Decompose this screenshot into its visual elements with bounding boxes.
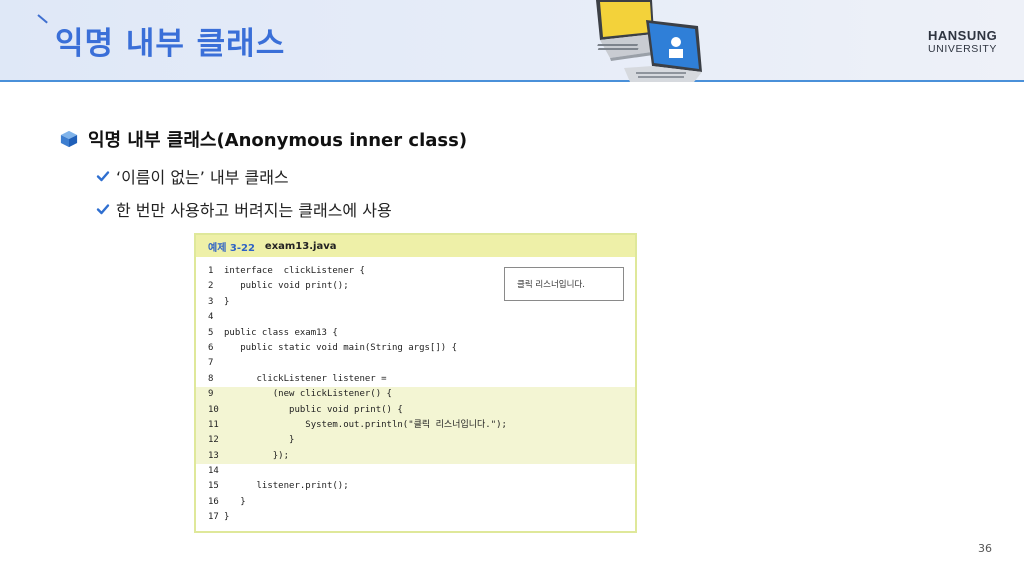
- page-number: 36: [978, 542, 992, 555]
- code-example-box: 예제 3-22 exam13.java 1 interface clickList…: [194, 233, 637, 533]
- line-number: 15: [208, 481, 219, 492]
- code-line: 10 public void print() {: [196, 402, 635, 418]
- line-code: }: [224, 435, 295, 446]
- slide-header: 익명 내부 클래스 HANSUNG UNIVERSITY: [0, 0, 1024, 82]
- code-line: 9 (new clickListener() {: [196, 387, 635, 403]
- code-line: 16 }: [196, 495, 635, 510]
- line-number: 14: [208, 466, 219, 477]
- example-label: 예제 3-22: [208, 242, 255, 254]
- line-code: (new clickListener() {: [224, 389, 392, 400]
- line-number: 10: [208, 404, 219, 415]
- code-line: 6 public static void main(String args[])…: [196, 341, 635, 356]
- line-number: 9: [208, 389, 214, 400]
- main-bullet: 익명 내부 클래스(Anonymous inner class): [60, 126, 467, 152]
- logo-line-2: UNIVERSITY: [928, 43, 998, 55]
- line-code: public void print();: [224, 281, 349, 292]
- line-number: 7: [208, 358, 214, 369]
- title-decoration: [37, 14, 48, 24]
- line-number: 17: [208, 512, 219, 523]
- code-line: 4: [196, 310, 635, 325]
- code-line: 11 System.out.println("클릭 리스너입니다.");: [196, 417, 635, 434]
- line-number: 3: [208, 296, 214, 307]
- line-code: }: [224, 496, 246, 507]
- line-code: clickListener listener =: [224, 373, 387, 384]
- line-number: 1: [208, 266, 214, 276]
- line-number: 4: [208, 312, 214, 323]
- slide-title: 익명 내부 클래스: [55, 26, 286, 62]
- code-line: 5 public class exam13 {: [196, 326, 635, 341]
- sub-bullet-text: 한 번만 사용하고 버려지는 클래스에 사용: [116, 201, 392, 220]
- line-code: listener.print();: [224, 481, 349, 492]
- code-line: 7: [196, 356, 635, 371]
- logo-line-1: HANSUNG: [928, 28, 998, 43]
- line-code: interface clickListener {: [224, 266, 365, 276]
- line-code: });: [224, 450, 290, 461]
- line-code: System.out.println("클릭 리스너입니다.");: [224, 419, 507, 430]
- university-logo: HANSUNG UNIVERSITY: [928, 28, 997, 55]
- code-line: 13 });: [196, 448, 635, 465]
- code-line: 14: [196, 464, 635, 479]
- code-line: 12 }: [196, 433, 635, 449]
- line-number: 13: [208, 450, 219, 461]
- cube-icon: [60, 130, 78, 148]
- line-code: }: [224, 512, 230, 523]
- code-line: 15 listener.print();: [196, 479, 635, 494]
- sub-bullet-text: ‘이름이 없는’ 내부 클래스: [116, 168, 289, 187]
- line-number: 16: [208, 496, 219, 507]
- code-line: 8 clickListener listener =: [196, 372, 635, 387]
- line-number: 8: [208, 373, 214, 384]
- laptops-illustration: [596, 0, 702, 82]
- output-box: 클릭 리스너입니다.: [504, 267, 624, 301]
- line-code: public class exam13 {: [224, 327, 338, 338]
- checkmark-icon: [96, 204, 110, 215]
- line-number: 11: [208, 419, 219, 430]
- sub-bullet: 한 번만 사용하고 버려지는 클래스에 사용: [96, 197, 392, 221]
- checkmark-icon: [96, 171, 110, 182]
- code-example-header: 예제 3-22 exam13.java: [196, 235, 635, 257]
- line-code: public void print() {: [224, 404, 403, 415]
- code-line: 17}: [196, 510, 635, 525]
- line-number: 6: [208, 342, 214, 353]
- sub-bullet: ‘이름이 없는’ 내부 클래스: [96, 164, 289, 188]
- line-number: 5: [208, 327, 214, 338]
- code-listing: 1 interface clickListener { 2 public void …: [196, 264, 635, 526]
- line-code: }: [224, 296, 230, 307]
- main-bullet-text: 익명 내부 클래스(Anonymous inner class): [88, 130, 468, 151]
- line-code: public static void main(String args[]) {: [224, 342, 457, 353]
- example-filename: exam13.java: [264, 240, 337, 252]
- line-number: 2: [208, 281, 214, 292]
- line-number: 12: [208, 435, 219, 446]
